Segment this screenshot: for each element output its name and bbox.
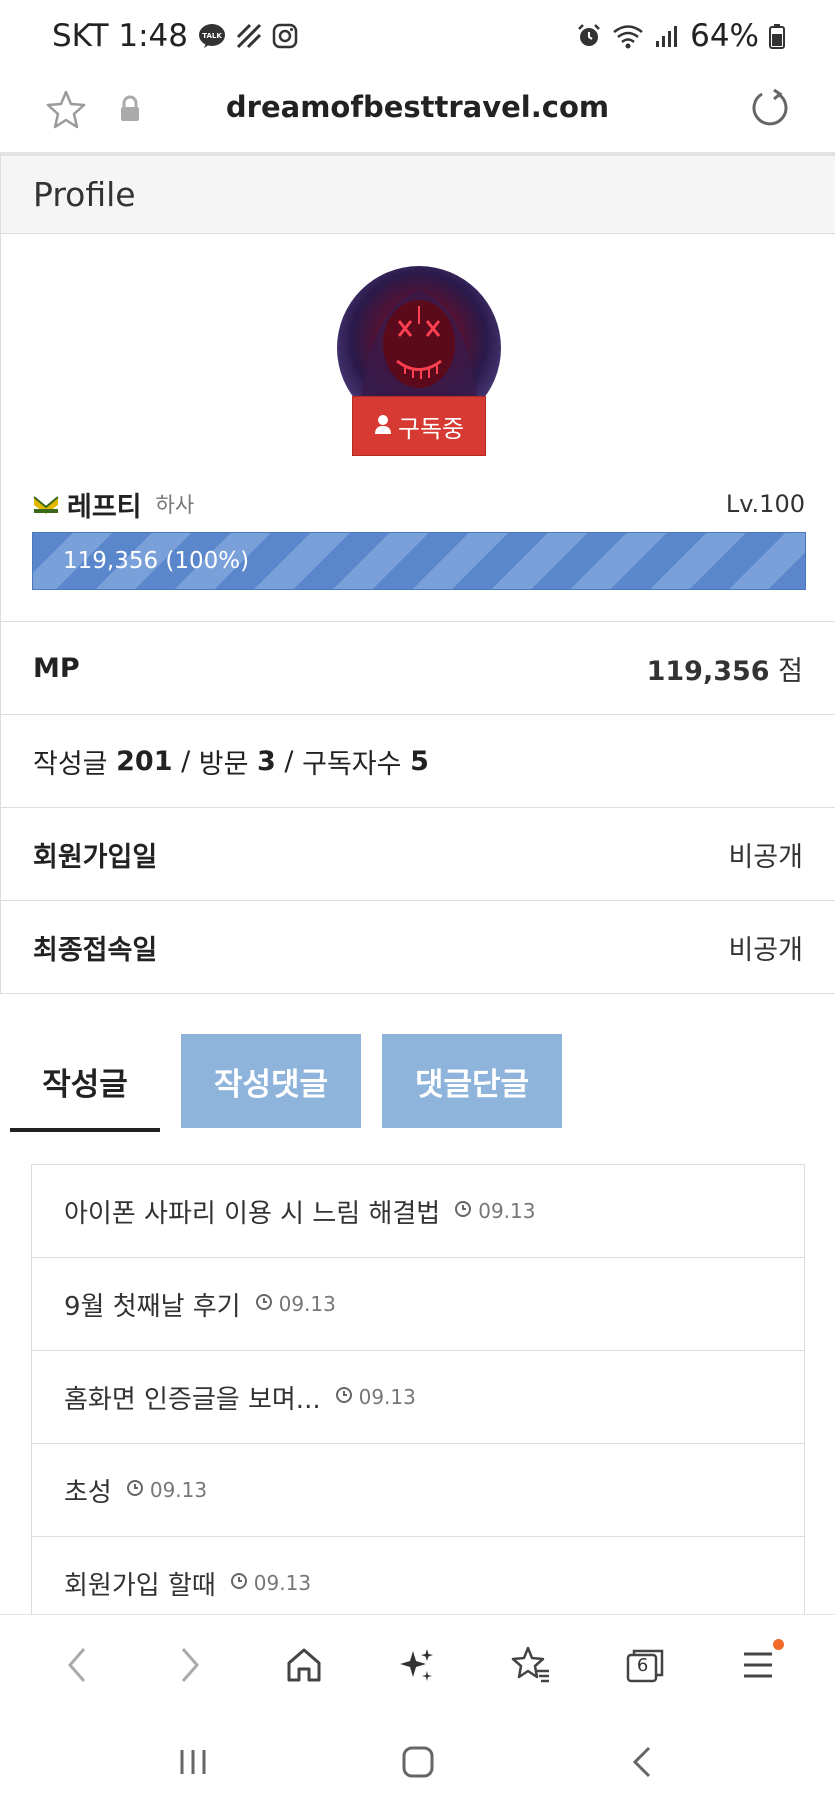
post-date: 09.13 xyxy=(335,1385,416,1409)
post-date-text: 09.13 xyxy=(358,1385,416,1409)
mp-value-group: 119,356 점 xyxy=(647,649,803,688)
list-item[interactable]: 9월 첫째날 후기 09.13 xyxy=(31,1258,805,1351)
home-nav-button[interactable] xyxy=(388,1732,448,1792)
tabs-button[interactable]: 6 xyxy=(615,1635,675,1695)
post-title[interactable]: 아이폰 사파리 이용 시 느림 해결법 xyxy=(64,1193,440,1230)
home-button[interactable] xyxy=(274,1635,334,1695)
tab-posts[interactable]: 작성글 xyxy=(10,1034,160,1132)
svg-text:TALK: TALK xyxy=(202,32,222,40)
list-item[interactable]: 홈화면 인증글을 보며... 09.13 xyxy=(31,1351,805,1444)
joined-value: 비공개 xyxy=(728,841,803,873)
mp-row: MP 119,356 점 xyxy=(0,622,835,715)
post-date: 09.13 xyxy=(126,1478,207,1502)
clock-icon xyxy=(454,1199,472,1223)
recent-apps-button[interactable] xyxy=(163,1732,223,1792)
home-square-icon xyxy=(402,1746,433,1777)
battery-percent: 64% xyxy=(690,18,759,54)
subscribe-button[interactable]: 구독중 xyxy=(352,396,486,456)
post-date-text: 09.13 xyxy=(149,1478,208,1502)
carrier-time: SKT 1:48 xyxy=(52,18,189,54)
chevron-right-icon xyxy=(182,1647,200,1682)
back-nav-button[interactable] xyxy=(613,1732,673,1792)
forward-button[interactable] xyxy=(160,1635,220,1695)
list-item[interactable]: 아이폰 사파리 이용 시 느림 해결법 09.13 xyxy=(31,1165,805,1258)
sync-off-icon xyxy=(236,23,262,49)
chevron-left-icon xyxy=(67,1647,85,1682)
post-title[interactable]: 초성 xyxy=(64,1472,112,1509)
subscribers-label: 구독자수 xyxy=(302,748,402,780)
subscribe-label: 구독중 xyxy=(397,414,465,443)
mp-unit: 점 xyxy=(778,655,803,687)
profile-card: 구독중 레프티 하사 Lv.100 119,356 (100%) xyxy=(0,234,835,622)
instagram-icon xyxy=(272,23,298,49)
post-date-text: 09.13 xyxy=(478,1199,536,1223)
user-name[interactable]: 레프티 xyxy=(67,485,142,524)
bookmark-list-icon xyxy=(511,1646,550,1682)
user-rank: 하사 xyxy=(155,493,195,517)
rank-icon xyxy=(33,493,59,515)
browser-toolbar: 6 xyxy=(0,1614,835,1714)
post-date-text: 09.13 xyxy=(253,1571,312,1595)
clock-icon xyxy=(126,1478,144,1502)
kakaotalk-icon: TALK xyxy=(198,23,226,49)
last-login-value: 비공개 xyxy=(728,934,803,966)
user-icon xyxy=(374,412,392,440)
sparkle-button[interactable] xyxy=(387,1635,447,1695)
status-bar: SKT 1:48 TALK 64% xyxy=(0,0,835,72)
status-left: SKT 1:48 TALK xyxy=(52,18,298,54)
signal-icon xyxy=(654,23,680,49)
post-title[interactable]: 회원가입 할때 xyxy=(64,1565,216,1602)
subscribers-count: 5 xyxy=(410,745,429,777)
last-login-row: 최종접속일 비공개 xyxy=(0,901,835,994)
mp-value: 119,356 xyxy=(646,655,770,687)
profile-section-title: Profile xyxy=(0,156,835,234)
tab-commented-posts[interactable]: 댓글단글 xyxy=(382,1034,562,1128)
post-date: 09.13 xyxy=(255,1292,336,1316)
post-title[interactable]: 9월 첫째날 후기 xyxy=(64,1286,241,1323)
system-nav-bar xyxy=(0,1714,835,1809)
visits-count: 3 xyxy=(257,745,276,777)
post-list: 아이폰 사파리 이용 시 느림 해결법 09.13 9월 첫째날 후기 09.1… xyxy=(31,1164,805,1630)
user-name-row: 레프티 하사 Lv.100 xyxy=(33,484,805,524)
posts-count: 201 xyxy=(116,745,173,777)
stats-row: 작성글 201 / 방문 3 / 구독자수 5 xyxy=(0,715,835,808)
joined-label: 회원가입일 xyxy=(33,841,158,873)
bookmarks-button[interactable] xyxy=(501,1635,561,1695)
hamburger-menu-icon xyxy=(744,1652,773,1677)
recent-apps-icon xyxy=(180,1749,205,1774)
user-level: Lv.100 xyxy=(725,490,805,518)
post-date: 09.13 xyxy=(230,1571,311,1595)
post-title[interactable]: 홈화면 인증글을 보며... xyxy=(64,1379,321,1416)
clock-icon xyxy=(335,1385,353,1409)
status-right: 64% xyxy=(576,18,785,54)
last-login-label: 최종접속일 xyxy=(33,934,158,966)
visits-label: 방문 xyxy=(198,748,249,780)
back-arrow-icon xyxy=(632,1746,650,1777)
battery-icon xyxy=(769,23,785,49)
list-item[interactable]: 초성 09.13 xyxy=(31,1444,805,1537)
reload-icon[interactable] xyxy=(748,86,792,134)
tab-comments[interactable]: 작성댓글 xyxy=(181,1034,361,1128)
browser-url-bar: dreamofbesttravel.com xyxy=(0,72,835,152)
mp-label: MP xyxy=(33,652,80,684)
back-button[interactable] xyxy=(47,1635,107,1695)
wifi-icon xyxy=(612,23,644,49)
clock-icon xyxy=(255,1292,273,1316)
post-date: 09.13 xyxy=(454,1199,535,1223)
sparkle-icon xyxy=(400,1648,434,1681)
home-icon xyxy=(287,1648,321,1681)
clock-icon xyxy=(230,1571,248,1595)
menu-button[interactable] xyxy=(728,1635,788,1695)
joined-row: 회원가입일 비공개 xyxy=(0,808,835,901)
post-date-text: 09.13 xyxy=(278,1292,336,1316)
tab-count: 6 xyxy=(636,1654,649,1676)
url-text[interactable]: dreamofbesttravel.com xyxy=(0,90,835,124)
notification-dot xyxy=(773,1638,785,1650)
alarm-icon xyxy=(576,23,602,49)
posts-label: 작성글 xyxy=(33,748,108,780)
exp-progress-bar: 119,356 (100%) xyxy=(32,532,806,590)
profile-title: Profile xyxy=(33,175,136,214)
exp-text: 119,356 (100%) xyxy=(63,548,250,574)
